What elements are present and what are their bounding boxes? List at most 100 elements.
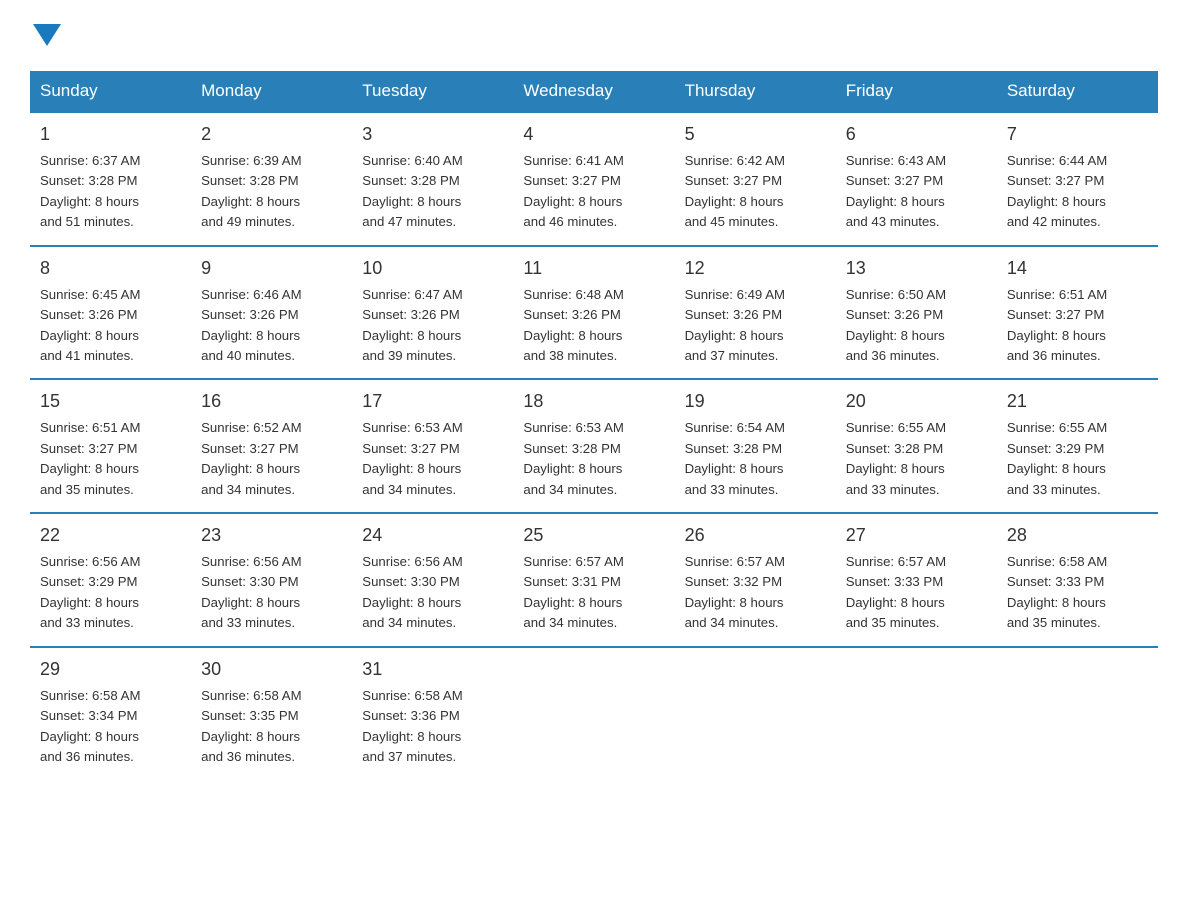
day-info: Sunrise: 6:53 AM Sunset: 3:27 PM Dayligh… (362, 418, 503, 500)
day-number: 29 (40, 656, 181, 684)
day-info: Sunrise: 6:58 AM Sunset: 3:36 PM Dayligh… (362, 686, 503, 768)
calendar-cell (836, 647, 997, 780)
calendar-cell: 19 Sunrise: 6:54 AM Sunset: 3:28 PM Dayl… (675, 379, 836, 513)
calendar-cell: 15 Sunrise: 6:51 AM Sunset: 3:27 PM Dayl… (30, 379, 191, 513)
day-info: Sunrise: 6:58 AM Sunset: 3:34 PM Dayligh… (40, 686, 181, 768)
day-info: Sunrise: 6:58 AM Sunset: 3:35 PM Dayligh… (201, 686, 342, 768)
logo (30, 20, 61, 51)
day-number: 2 (201, 121, 342, 149)
day-number: 16 (201, 388, 342, 416)
calendar-cell: 13 Sunrise: 6:50 AM Sunset: 3:26 PM Dayl… (836, 246, 997, 380)
calendar-cell: 30 Sunrise: 6:58 AM Sunset: 3:35 PM Dayl… (191, 647, 352, 780)
day-number: 21 (1007, 388, 1148, 416)
day-info: Sunrise: 6:57 AM Sunset: 3:31 PM Dayligh… (523, 552, 664, 634)
calendar-cell: 18 Sunrise: 6:53 AM Sunset: 3:28 PM Dayl… (513, 379, 674, 513)
col-friday: Friday (836, 71, 997, 112)
day-info: Sunrise: 6:41 AM Sunset: 3:27 PM Dayligh… (523, 151, 664, 233)
day-number: 3 (362, 121, 503, 149)
day-info: Sunrise: 6:52 AM Sunset: 3:27 PM Dayligh… (201, 418, 342, 500)
day-info: Sunrise: 6:56 AM Sunset: 3:30 PM Dayligh… (201, 552, 342, 634)
day-info: Sunrise: 6:49 AM Sunset: 3:26 PM Dayligh… (685, 285, 826, 367)
day-number: 22 (40, 522, 181, 550)
calendar-header: Sunday Monday Tuesday Wednesday Thursday… (30, 71, 1158, 112)
calendar-cell: 28 Sunrise: 6:58 AM Sunset: 3:33 PM Dayl… (997, 513, 1158, 647)
day-number: 26 (685, 522, 826, 550)
calendar-cell: 3 Sunrise: 6:40 AM Sunset: 3:28 PM Dayli… (352, 112, 513, 246)
calendar-cell: 20 Sunrise: 6:55 AM Sunset: 3:28 PM Dayl… (836, 379, 997, 513)
day-number: 10 (362, 255, 503, 283)
calendar-cell (675, 647, 836, 780)
day-number: 1 (40, 121, 181, 149)
calendar-cell (997, 647, 1158, 780)
day-number: 7 (1007, 121, 1148, 149)
day-number: 25 (523, 522, 664, 550)
calendar-cell: 1 Sunrise: 6:37 AM Sunset: 3:28 PM Dayli… (30, 112, 191, 246)
calendar-cell: 25 Sunrise: 6:57 AM Sunset: 3:31 PM Dayl… (513, 513, 674, 647)
day-number: 6 (846, 121, 987, 149)
calendar-cell: 29 Sunrise: 6:58 AM Sunset: 3:34 PM Dayl… (30, 647, 191, 780)
calendar-cell: 4 Sunrise: 6:41 AM Sunset: 3:27 PM Dayli… (513, 112, 674, 246)
day-number: 9 (201, 255, 342, 283)
day-info: Sunrise: 6:43 AM Sunset: 3:27 PM Dayligh… (846, 151, 987, 233)
calendar-cell: 17 Sunrise: 6:53 AM Sunset: 3:27 PM Dayl… (352, 379, 513, 513)
col-monday: Monday (191, 71, 352, 112)
day-info: Sunrise: 6:56 AM Sunset: 3:29 PM Dayligh… (40, 552, 181, 634)
day-info: Sunrise: 6:44 AM Sunset: 3:27 PM Dayligh… (1007, 151, 1148, 233)
calendar-body: 1 Sunrise: 6:37 AM Sunset: 3:28 PM Dayli… (30, 112, 1158, 780)
calendar-cell: 10 Sunrise: 6:47 AM Sunset: 3:26 PM Dayl… (352, 246, 513, 380)
logo-triangle-icon (33, 24, 61, 46)
calendar-cell: 12 Sunrise: 6:49 AM Sunset: 3:26 PM Dayl… (675, 246, 836, 380)
day-info: Sunrise: 6:37 AM Sunset: 3:28 PM Dayligh… (40, 151, 181, 233)
calendar-cell (513, 647, 674, 780)
day-info: Sunrise: 6:40 AM Sunset: 3:28 PM Dayligh… (362, 151, 503, 233)
day-info: Sunrise: 6:46 AM Sunset: 3:26 PM Dayligh… (201, 285, 342, 367)
calendar-cell: 16 Sunrise: 6:52 AM Sunset: 3:27 PM Dayl… (191, 379, 352, 513)
calendar-cell: 11 Sunrise: 6:48 AM Sunset: 3:26 PM Dayl… (513, 246, 674, 380)
calendar-cell: 9 Sunrise: 6:46 AM Sunset: 3:26 PM Dayli… (191, 246, 352, 380)
day-number: 28 (1007, 522, 1148, 550)
calendar-week-2: 8 Sunrise: 6:45 AM Sunset: 3:26 PM Dayli… (30, 246, 1158, 380)
col-saturday: Saturday (997, 71, 1158, 112)
calendar-cell: 5 Sunrise: 6:42 AM Sunset: 3:27 PM Dayli… (675, 112, 836, 246)
calendar-week-4: 22 Sunrise: 6:56 AM Sunset: 3:29 PM Dayl… (30, 513, 1158, 647)
calendar-cell: 2 Sunrise: 6:39 AM Sunset: 3:28 PM Dayli… (191, 112, 352, 246)
day-info: Sunrise: 6:53 AM Sunset: 3:28 PM Dayligh… (523, 418, 664, 500)
calendar-cell: 8 Sunrise: 6:45 AM Sunset: 3:26 PM Dayli… (30, 246, 191, 380)
calendar-week-3: 15 Sunrise: 6:51 AM Sunset: 3:27 PM Dayl… (30, 379, 1158, 513)
day-number: 31 (362, 656, 503, 684)
day-info: Sunrise: 6:50 AM Sunset: 3:26 PM Dayligh… (846, 285, 987, 367)
calendar-cell: 21 Sunrise: 6:55 AM Sunset: 3:29 PM Dayl… (997, 379, 1158, 513)
day-info: Sunrise: 6:57 AM Sunset: 3:32 PM Dayligh… (685, 552, 826, 634)
day-info: Sunrise: 6:45 AM Sunset: 3:26 PM Dayligh… (40, 285, 181, 367)
day-info: Sunrise: 6:55 AM Sunset: 3:28 PM Dayligh… (846, 418, 987, 500)
day-info: Sunrise: 6:57 AM Sunset: 3:33 PM Dayligh… (846, 552, 987, 634)
day-number: 12 (685, 255, 826, 283)
day-number: 13 (846, 255, 987, 283)
day-info: Sunrise: 6:42 AM Sunset: 3:27 PM Dayligh… (685, 151, 826, 233)
calendar-cell: 23 Sunrise: 6:56 AM Sunset: 3:30 PM Dayl… (191, 513, 352, 647)
calendar-cell: 7 Sunrise: 6:44 AM Sunset: 3:27 PM Dayli… (997, 112, 1158, 246)
day-info: Sunrise: 6:47 AM Sunset: 3:26 PM Dayligh… (362, 285, 503, 367)
day-number: 8 (40, 255, 181, 283)
day-number: 18 (523, 388, 664, 416)
day-number: 5 (685, 121, 826, 149)
day-info: Sunrise: 6:39 AM Sunset: 3:28 PM Dayligh… (201, 151, 342, 233)
day-number: 15 (40, 388, 181, 416)
calendar-cell: 22 Sunrise: 6:56 AM Sunset: 3:29 PM Dayl… (30, 513, 191, 647)
day-number: 23 (201, 522, 342, 550)
calendar-cell: 27 Sunrise: 6:57 AM Sunset: 3:33 PM Dayl… (836, 513, 997, 647)
calendar-week-5: 29 Sunrise: 6:58 AM Sunset: 3:34 PM Dayl… (30, 647, 1158, 780)
calendar-table: Sunday Monday Tuesday Wednesday Thursday… (30, 71, 1158, 780)
day-number: 19 (685, 388, 826, 416)
col-thursday: Thursday (675, 71, 836, 112)
day-number: 4 (523, 121, 664, 149)
col-tuesday: Tuesday (352, 71, 513, 112)
day-number: 30 (201, 656, 342, 684)
calendar-cell: 14 Sunrise: 6:51 AM Sunset: 3:27 PM Dayl… (997, 246, 1158, 380)
day-info: Sunrise: 6:51 AM Sunset: 3:27 PM Dayligh… (1007, 285, 1148, 367)
day-number: 14 (1007, 255, 1148, 283)
calendar-cell: 31 Sunrise: 6:58 AM Sunset: 3:36 PM Dayl… (352, 647, 513, 780)
day-info: Sunrise: 6:55 AM Sunset: 3:29 PM Dayligh… (1007, 418, 1148, 500)
day-number: 17 (362, 388, 503, 416)
calendar-week-1: 1 Sunrise: 6:37 AM Sunset: 3:28 PM Dayli… (30, 112, 1158, 246)
